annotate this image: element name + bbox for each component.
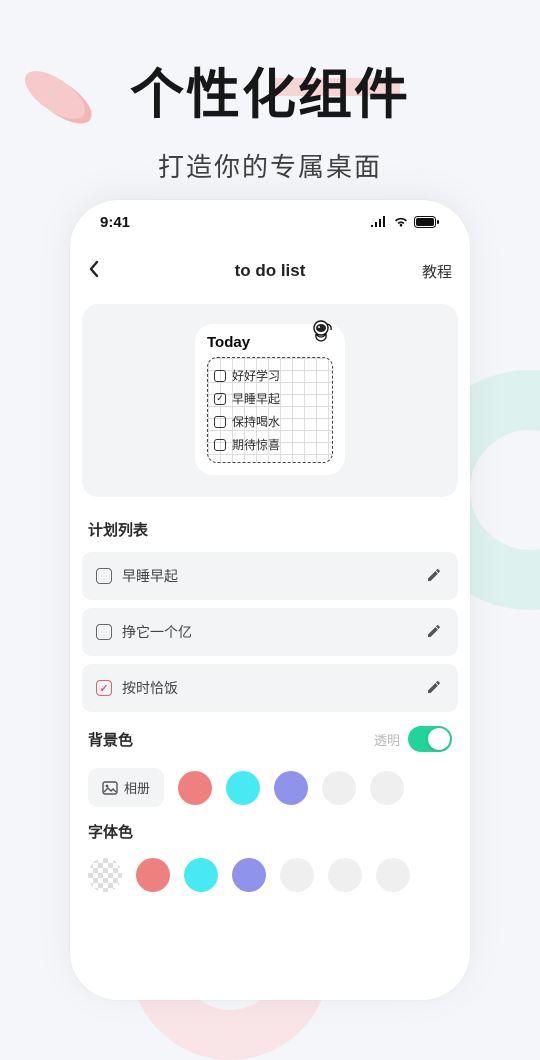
checkbox-checked-icon[interactable] (96, 680, 112, 696)
album-button[interactable]: 相册 (88, 768, 164, 807)
edit-icon[interactable] (426, 623, 444, 641)
color-swatch[interactable] (136, 858, 170, 892)
plan-row-label: 按时恰饭 (122, 678, 416, 698)
bg-color-section: 背景色 透明 相册 (70, 712, 470, 807)
widget-preview-panel: Today 好好学习 早睡早起 保持喝水 期待惊喜 (82, 304, 458, 497)
checkbox-icon (214, 370, 226, 382)
color-swatch[interactable] (328, 858, 362, 892)
color-swatch[interactable] (232, 858, 266, 892)
chevron-left-icon (88, 260, 100, 278)
checkbox-icon[interactable] (96, 568, 112, 584)
color-swatch[interactable] (370, 771, 404, 805)
status-time: 9:41 (100, 214, 130, 231)
plan-row[interactable]: 按时恰饭 (82, 664, 458, 712)
astronaut-icon (307, 318, 337, 353)
color-swatch[interactable] (376, 858, 410, 892)
album-label: 相册 (124, 778, 150, 797)
hero-subtitle: 打造你的专属桌面 (0, 147, 540, 184)
font-color-section: 字体色 (70, 807, 470, 892)
plan-row-label: 挣它一个亿 (122, 622, 416, 642)
color-swatch-transparent[interactable] (88, 858, 122, 892)
color-swatch[interactable] (226, 771, 260, 805)
image-icon (102, 781, 118, 795)
plan-row[interactable]: 早睡早起 (82, 552, 458, 600)
checkbox-icon[interactable] (96, 624, 112, 640)
widget-item: 好好学习 (212, 364, 328, 387)
status-bar: 9:41 (70, 200, 470, 244)
font-color-label: 字体色 (88, 821, 133, 842)
transparent-toggle[interactable] (408, 726, 452, 752)
plan-list-label: 计划列表 (70, 503, 470, 552)
back-button[interactable] (88, 258, 128, 284)
plan-row-label: 早睡早起 (122, 566, 416, 586)
color-swatch[interactable] (274, 771, 308, 805)
widget-item: 保持喝水 (212, 410, 328, 433)
todo-widget: Today 好好学习 早睡早起 保持喝水 期待惊喜 (195, 324, 345, 475)
nav-title: to do list (128, 261, 412, 281)
phone-frame: 9:41 to do list 教程 Today (70, 200, 470, 1000)
color-swatch[interactable] (178, 771, 212, 805)
widget-item: 早睡早起 (212, 387, 328, 410)
plan-row[interactable]: 挣它一个亿 (82, 608, 458, 656)
checkbox-icon (214, 439, 226, 451)
edit-icon[interactable] (426, 679, 444, 697)
hero: 个性化组件 打造你的专属桌面 (0, 0, 540, 184)
signal-icon (370, 216, 388, 228)
battery-icon (414, 216, 440, 228)
widget-grid: 好好学习 早睡早起 保持喝水 期待惊喜 (207, 357, 333, 463)
wifi-icon (393, 216, 409, 228)
widget-item: 期待惊喜 (212, 433, 328, 456)
bg-color-label: 背景色 (88, 729, 133, 750)
hero-title: 个性化组件 (130, 50, 410, 129)
color-swatch[interactable] (184, 858, 218, 892)
edit-icon[interactable] (426, 567, 444, 585)
color-swatch[interactable] (280, 858, 314, 892)
color-swatch[interactable] (322, 771, 356, 805)
transparent-label: 透明 (374, 730, 400, 749)
checkbox-checked-icon (214, 393, 226, 405)
navbar: to do list 教程 (70, 244, 470, 298)
checkbox-icon (214, 416, 226, 428)
plan-list: 早睡早起 挣它一个亿 按时恰饭 (70, 552, 470, 712)
nav-tutorial-button[interactable]: 教程 (412, 261, 452, 282)
